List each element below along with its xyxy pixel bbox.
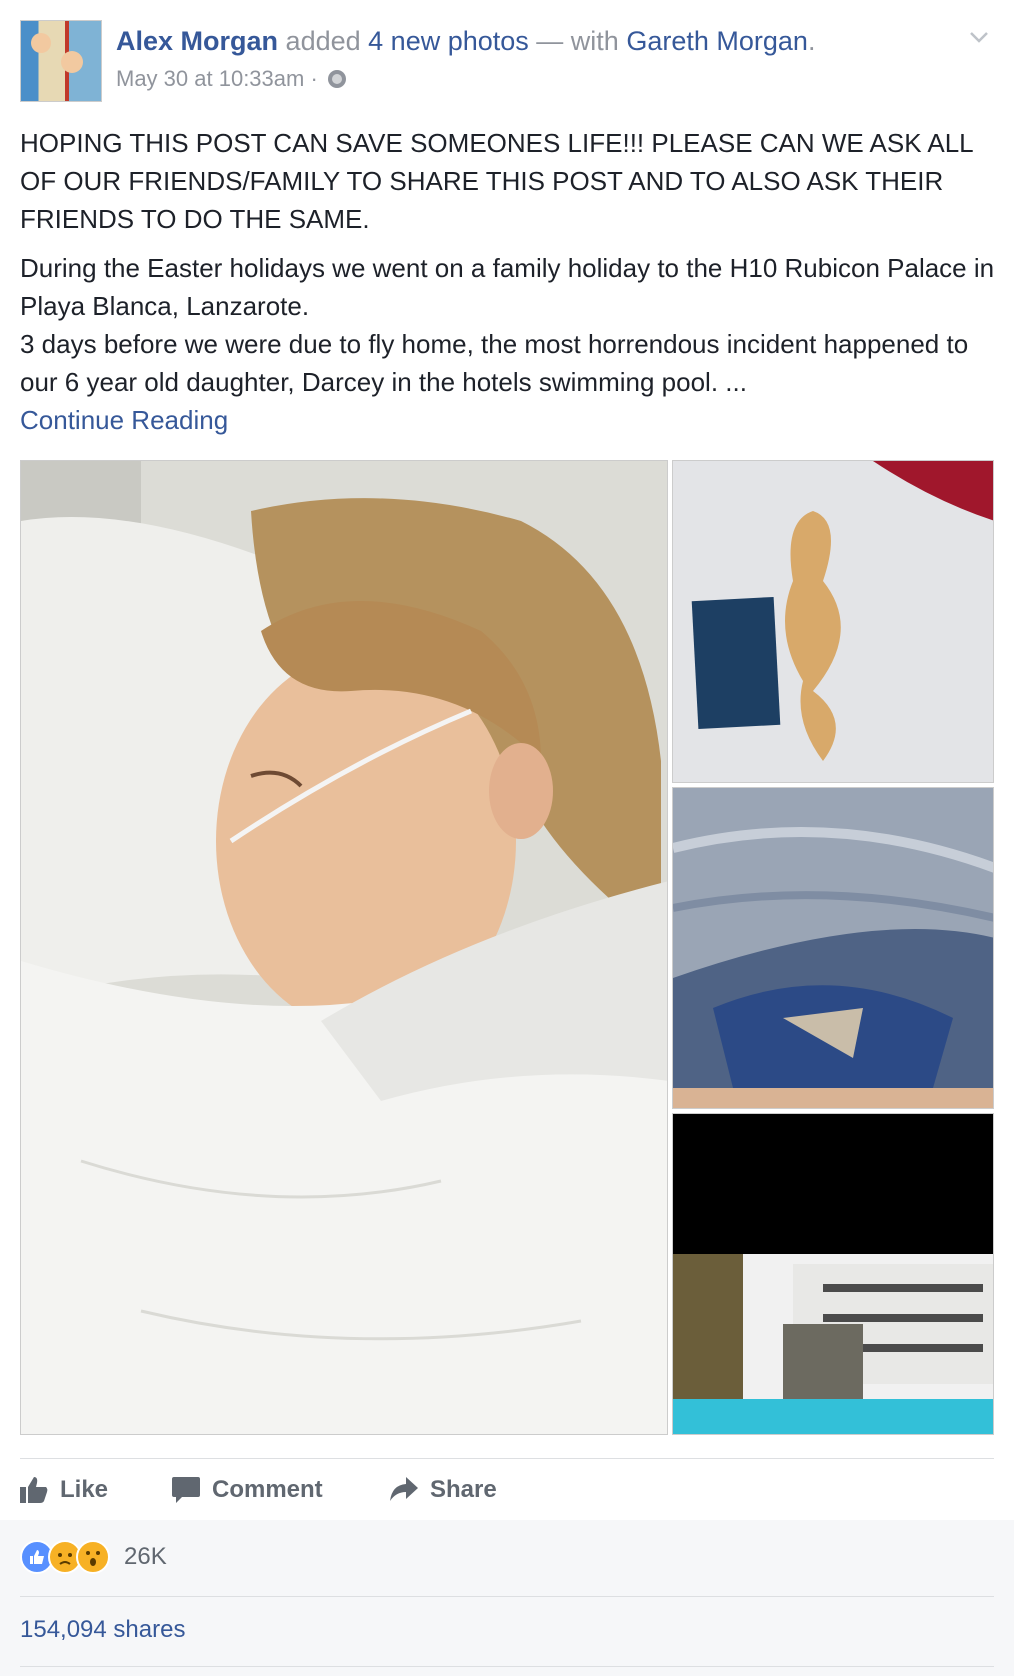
- divider: [20, 1666, 994, 1667]
- photo-girl-in-hospital[interactable]: [20, 460, 668, 1435]
- photo-hotel-pool[interactable]: [672, 1113, 994, 1435]
- post-paragraph: During the Easter holidays we went on a …: [20, 253, 995, 321]
- comment-icon: [172, 1477, 200, 1503]
- photos-link[interactable]: 4 new photos: [368, 26, 529, 56]
- wow-reaction-icon: [76, 1540, 110, 1574]
- post-paragraph: HOPING THIS POST CAN SAVE SOMEONES LIFE!…: [20, 128, 973, 234]
- continue-reading-link[interactable]: Continue Reading: [20, 401, 1000, 439]
- avatar-face: [61, 51, 83, 73]
- thumbs-up-icon: [20, 1477, 48, 1503]
- post-body: HOPING THIS POST CAN SAVE SOMEONES LIFE!…: [20, 124, 1000, 439]
- period: .: [807, 26, 816, 56]
- action-text: added: [285, 26, 361, 56]
- divider: [20, 1458, 994, 1459]
- avatar-face: [31, 33, 51, 53]
- like-label: Like: [60, 1476, 109, 1503]
- author-name-link[interactable]: Alex Morgan: [116, 26, 278, 56]
- chevron-down-icon[interactable]: [968, 26, 990, 48]
- post-paragraph: 3 days before we were due to fly home, t…: [20, 329, 969, 397]
- share-label: Share: [430, 1476, 497, 1503]
- globe-icon[interactable]: [327, 70, 346, 88]
- photo-swimsuit[interactable]: [672, 787, 994, 1109]
- author-avatar[interactable]: [20, 20, 102, 102]
- photo-swimsuit-graphic: [673, 788, 993, 1108]
- share-button[interactable]: Share: [390, 1472, 497, 1508]
- reaction-summary[interactable]: 26K: [20, 1540, 167, 1574]
- meta-separator: ·: [310, 66, 318, 91]
- shares-count-link[interactable]: 154,094 shares: [20, 1616, 185, 1644]
- with-text: — with: [536, 26, 619, 56]
- post-meta: May 30 at 10:33am ·: [116, 66, 346, 92]
- comment-label: Comment: [212, 1476, 323, 1503]
- photo-girl-graphic: [21, 461, 667, 1434]
- tagged-user-link[interactable]: Gareth Morgan: [626, 26, 808, 56]
- photo-hotel-graphic: [673, 1114, 993, 1434]
- comment-button[interactable]: Comment: [172, 1472, 323, 1508]
- reaction-count[interactable]: 26K: [124, 1543, 167, 1571]
- post-timestamp[interactable]: May 30 at 10:33am: [116, 66, 304, 91]
- photo-keycard-graphic: [673, 461, 993, 782]
- divider: [20, 1596, 994, 1597]
- photo-keycard-and-hair[interactable]: [672, 460, 994, 783]
- share-arrow-icon: [390, 1477, 418, 1501]
- like-button[interactable]: Like: [20, 1472, 108, 1508]
- post-header: Alex Morgan added 4 new photos — with Ga…: [116, 26, 815, 57]
